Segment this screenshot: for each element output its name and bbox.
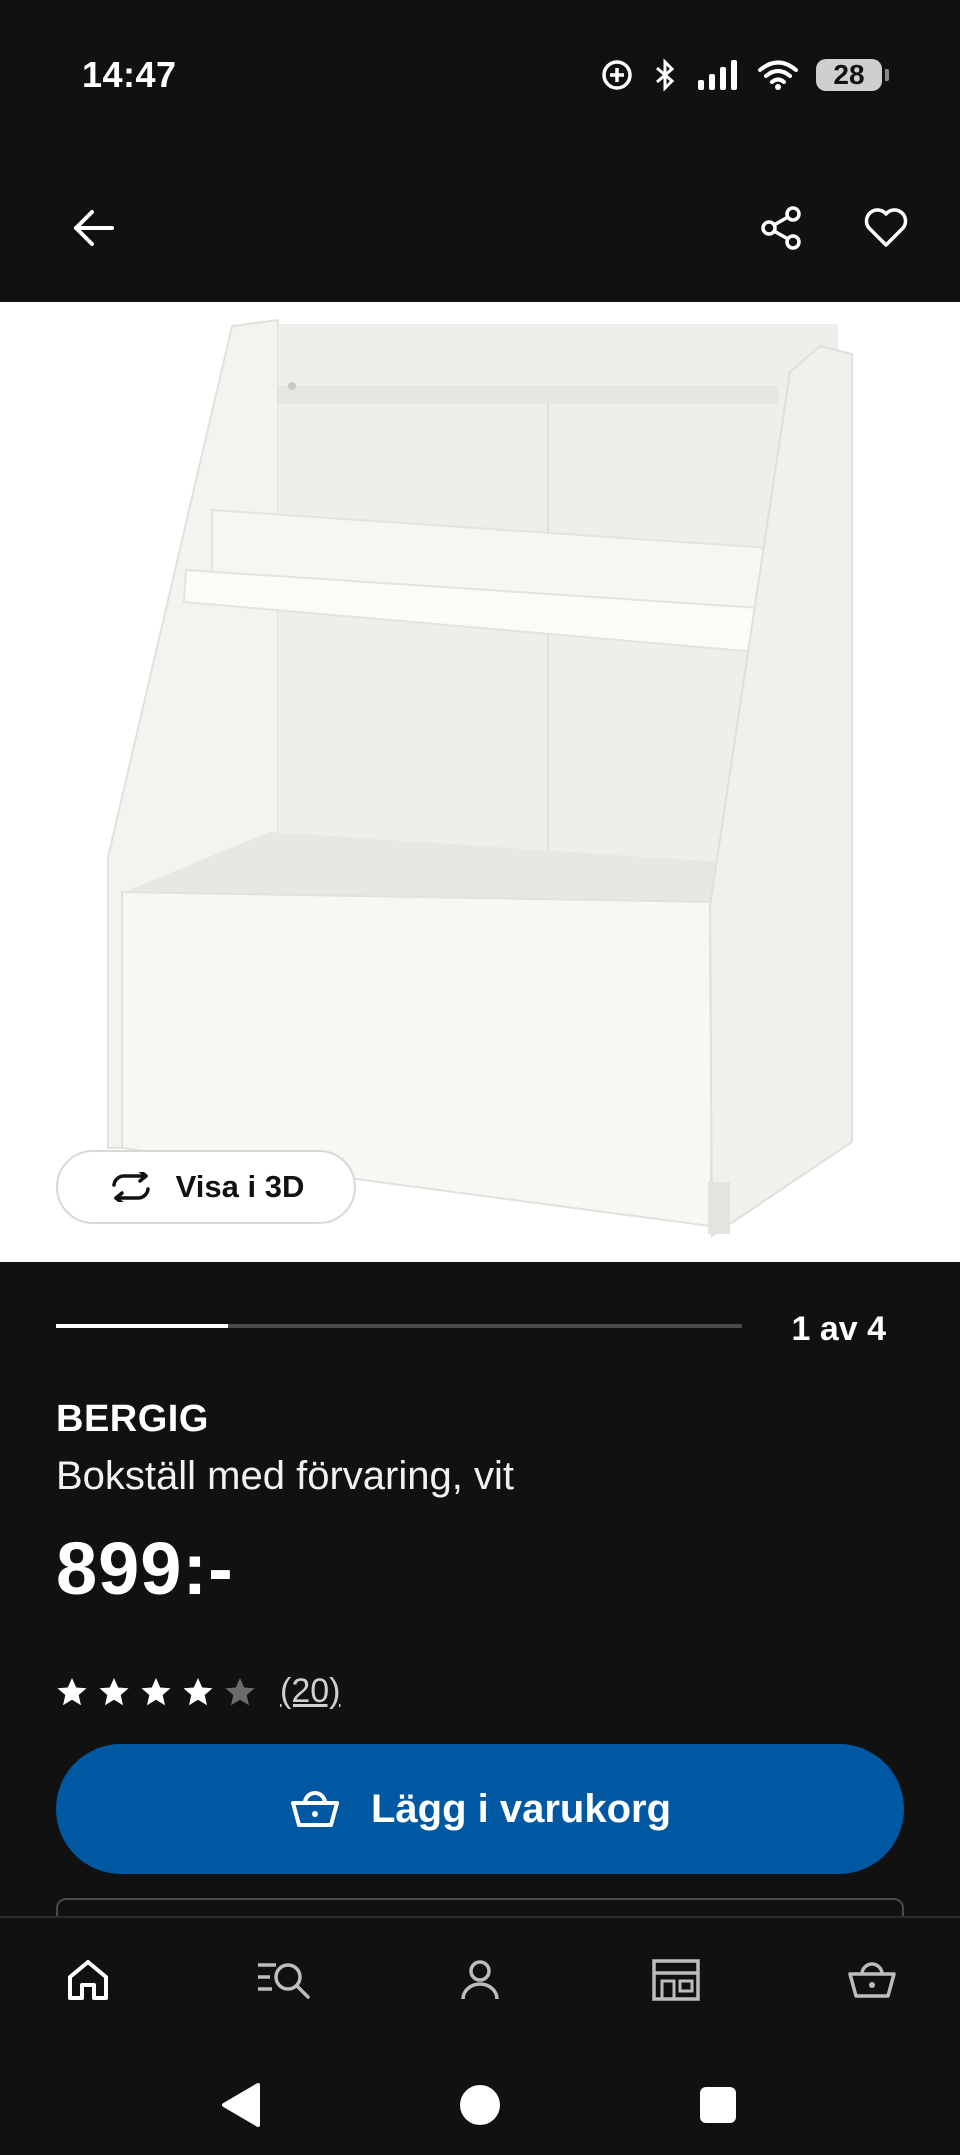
heart-icon	[864, 208, 908, 247]
view-in-3d-button[interactable]: Visa i 3D	[56, 1150, 356, 1224]
review-count[interactable]: (20)	[280, 1672, 340, 1711]
profile-icon	[461, 1960, 499, 2000]
star-empty-icon	[225, 1677, 255, 1705]
nav-stores[interactable]	[636, 1940, 716, 2020]
product-image-gallery[interactable]: Visa i 3D	[0, 302, 960, 1262]
next-section-edge	[56, 1898, 904, 1918]
basket-icon	[290, 1791, 339, 1827]
gallery-position-label: 1 av 4	[791, 1310, 886, 1348]
add-to-cart-label: Lägg i varukorg	[370, 1786, 672, 1831]
gallery-progress-track	[56, 1324, 742, 1328]
system-recents-button[interactable]	[688, 2075, 748, 2135]
bottom-navigation	[0, 1916, 960, 2038]
share-button[interactable]	[742, 188, 822, 268]
share-icon	[761, 206, 801, 250]
nav-search[interactable]	[244, 1940, 324, 2020]
wifi-icon	[758, 60, 798, 90]
product-image	[107, 318, 853, 1238]
home-icon	[68, 1960, 108, 2000]
nav-home[interactable]	[48, 1940, 128, 2020]
back-arrow-icon	[74, 210, 114, 246]
store-icon	[652, 1959, 700, 2001]
product-brand: BERGIG	[56, 1398, 209, 1440]
view-in-3d-label: Visa i 3D	[175, 1169, 305, 1204]
product-price: 899:-	[56, 1527, 234, 1610]
star-filled-icon	[99, 1677, 129, 1705]
system-home-button[interactable]	[450, 2075, 510, 2135]
cart-icon	[848, 1962, 896, 1998]
system-back-button[interactable]	[210, 2075, 270, 2135]
gallery-progress-fill	[56, 1324, 228, 1328]
battery-level: 28	[833, 59, 865, 90]
star-filled-icon	[141, 1677, 171, 1705]
data-saver-icon	[602, 60, 632, 90]
gallery-progress: 1 av 4	[56, 1310, 904, 1350]
circle-home-icon	[460, 2085, 500, 2125]
status-bar: 14:47 28	[0, 0, 960, 150]
system-navigation	[0, 2045, 960, 2155]
signal-icon	[698, 60, 737, 90]
star-filled-icon	[183, 1677, 213, 1705]
favorite-button[interactable]	[846, 188, 926, 268]
back-button[interactable]	[54, 188, 134, 268]
rating-stars	[56, 1676, 256, 1708]
add-to-cart-button[interactable]: Lägg i varukorg	[56, 1744, 904, 1874]
top-app-bar	[0, 170, 960, 290]
nav-cart[interactable]	[832, 1940, 912, 2020]
nav-profile[interactable]	[440, 1940, 520, 2020]
product-rating[interactable]: (20)	[56, 1672, 340, 1711]
star-filled-icon	[57, 1677, 87, 1705]
search-list-icon	[258, 1963, 310, 1999]
bluetooth-icon	[656, 58, 675, 92]
rotate-icon	[111, 1172, 150, 1202]
status-icons: 28	[600, 58, 889, 92]
triangle-back-icon	[222, 2083, 260, 2127]
battery-icon: 28	[816, 59, 889, 91]
square-recents-icon	[700, 2087, 736, 2123]
product-description: Bokställ med förvaring, vit	[56, 1454, 514, 1498]
status-time: 14:47	[82, 54, 177, 95]
